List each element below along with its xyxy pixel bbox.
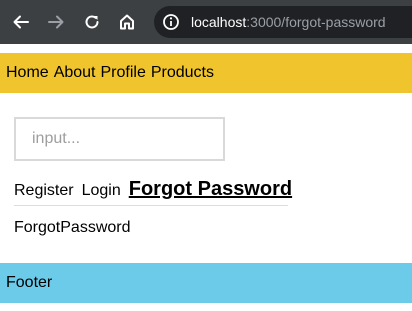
back-button[interactable]	[9, 10, 33, 34]
search-input[interactable]	[14, 117, 225, 161]
home-button[interactable]	[115, 10, 139, 34]
address-bar[interactable]: localhost:3000/forgot-password	[154, 6, 412, 38]
reload-icon	[85, 15, 99, 29]
forward-button[interactable]	[44, 10, 68, 34]
footer: Footer	[0, 263, 412, 303]
nav-link-home[interactable]: Home	[6, 64, 49, 82]
reload-button[interactable]	[80, 10, 104, 34]
back-icon	[13, 15, 29, 29]
browser-toolbar: localhost:3000/forgot-password	[0, 0, 412, 44]
site-info-icon[interactable]	[162, 13, 180, 31]
forward-icon	[48, 15, 64, 29]
nav-link-profile[interactable]: Profile	[101, 64, 146, 82]
footer-text: Footer	[6, 274, 53, 291]
nav-link-about[interactable]: About	[54, 64, 96, 82]
forgot-password-link[interactable]: Forgot Password	[129, 178, 292, 201]
url-host: localhost	[191, 14, 247, 30]
home-icon	[120, 14, 134, 30]
url-text: localhost:3000/forgot-password	[191, 13, 386, 31]
page-content-text: ForgotPassword	[14, 219, 131, 236]
url-path: :3000/forgot-password	[246, 14, 386, 30]
main-nav: Home About Profile Products	[0, 53, 412, 93]
login-link[interactable]: Login	[82, 182, 121, 200]
auth-tabs: Register Login Forgot Password	[14, 178, 292, 204]
tabs-divider	[14, 205, 288, 206]
register-link[interactable]: Register	[14, 182, 74, 200]
nav-link-products[interactable]: Products	[151, 64, 214, 82]
